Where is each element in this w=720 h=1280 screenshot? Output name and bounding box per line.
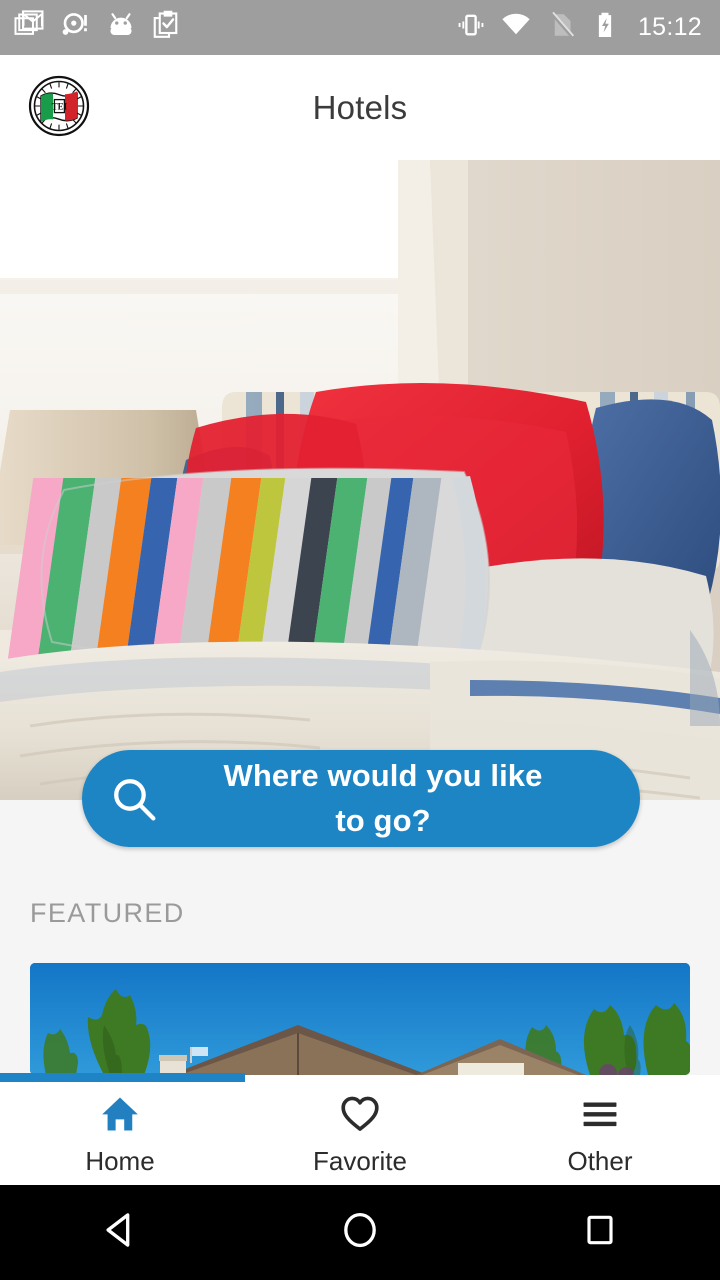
status-bar-clock: 15:12 xyxy=(637,13,702,41)
clipboard-check-icon xyxy=(152,10,182,45)
page-load-progress xyxy=(0,1073,720,1082)
battery-charging-icon xyxy=(590,10,620,45)
status-bar-notification-icons xyxy=(14,10,182,45)
triangle-back-icon xyxy=(99,1209,141,1256)
square-recents-icon xyxy=(580,1210,620,1255)
home-button[interactable] xyxy=(240,1209,480,1256)
bottom-navigation-bar: Home Favorite Other xyxy=(0,1082,720,1186)
bottom-nav-label-home: Home xyxy=(85,1145,155,1176)
bedroom-hero-image xyxy=(0,160,720,800)
hamburger-menu-icon xyxy=(577,1093,623,1135)
search-line-2: to go? xyxy=(335,802,431,838)
status-bar-system-icons: 15:12 xyxy=(456,10,702,45)
page-load-progress-fill xyxy=(0,1073,245,1082)
android-system-navigation xyxy=(0,1185,720,1280)
page-title: Hotels xyxy=(312,88,408,126)
bottom-nav-label-other: Other xyxy=(567,1145,633,1176)
recents-button[interactable] xyxy=(480,1210,720,1255)
featured-hotel-card[interactable] xyxy=(30,963,690,1075)
vibrate-icon xyxy=(456,10,486,45)
search-input[interactable]: Where would you like to go? xyxy=(82,750,640,847)
gmail-icon xyxy=(14,10,44,45)
search-line-1: Where would you like xyxy=(223,758,543,794)
no-sim-icon xyxy=(546,10,576,45)
phone-screen: 15:12 TEI Hotels Where would you like to… xyxy=(0,0,720,1280)
heart-icon xyxy=(338,1093,382,1135)
app-bar: TEI Hotels xyxy=(0,55,720,160)
search-icon xyxy=(82,772,186,826)
android-head-icon xyxy=(106,10,136,45)
search-placeholder-text: Where would you like to go? xyxy=(186,754,640,842)
wifi-icon xyxy=(500,10,532,45)
home-icon xyxy=(98,1093,142,1135)
bottom-nav-item-favorite[interactable]: Favorite xyxy=(240,1083,480,1186)
featured-section-label: FEATURED xyxy=(30,898,185,928)
bottom-nav-item-other[interactable]: Other xyxy=(480,1083,720,1186)
status-bar: 15:12 xyxy=(0,0,720,55)
back-button[interactable] xyxy=(0,1209,240,1256)
bottom-nav-item-home[interactable]: Home xyxy=(0,1083,240,1186)
circle-home-icon xyxy=(339,1209,381,1256)
disc-alert-icon xyxy=(60,10,90,45)
bottom-nav-label-favorite: Favorite xyxy=(313,1145,407,1176)
